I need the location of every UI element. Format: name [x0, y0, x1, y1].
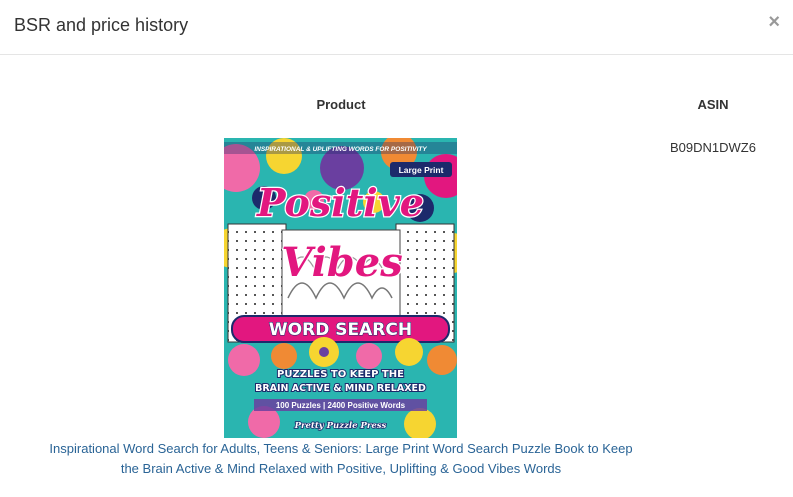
product-cover-image[interactable]: INSPIRATIONAL & UPLIFTING WORDS FOR POSI… — [224, 138, 457, 438]
cover-title-line2: Vibes — [281, 239, 402, 286]
cover-title-line1: Positive — [256, 180, 424, 225]
cover-tagline-line1: PUZZLES TO KEEP THE — [277, 369, 404, 380]
modal-header: BSR and price history × — [0, 0, 793, 55]
column-header-asin: ASIN — [697, 97, 729, 112]
cover-badge: Large Print — [399, 165, 444, 175]
close-icon[interactable]: × — [768, 12, 780, 32]
cover-top-banner: INSPIRATIONAL & UPLIFTING WORDS FOR POSI… — [254, 146, 427, 153]
column-header-product: Product — [316, 97, 366, 112]
asin-value: B09DN1DWZ6 — [670, 140, 756, 155]
cover-publisher: Pretty Puzzle Press — [294, 421, 387, 431]
cover-stats: 100 Puzzles | 2400 Positive Words — [276, 401, 406, 410]
modal-title: BSR and price history — [14, 15, 189, 35]
bsr-price-history-modal: BSR and price history × Product ASIN B09… — [0, 0, 793, 497]
cover-tagline-line2: BRAIN ACTIVE & MIND RELAXED — [255, 383, 426, 394]
cover-subtitle: WORD SEARCH — [269, 320, 412, 340]
product-title-link[interactable]: Inspirational Word Search for Adults, Te… — [40, 439, 642, 479]
